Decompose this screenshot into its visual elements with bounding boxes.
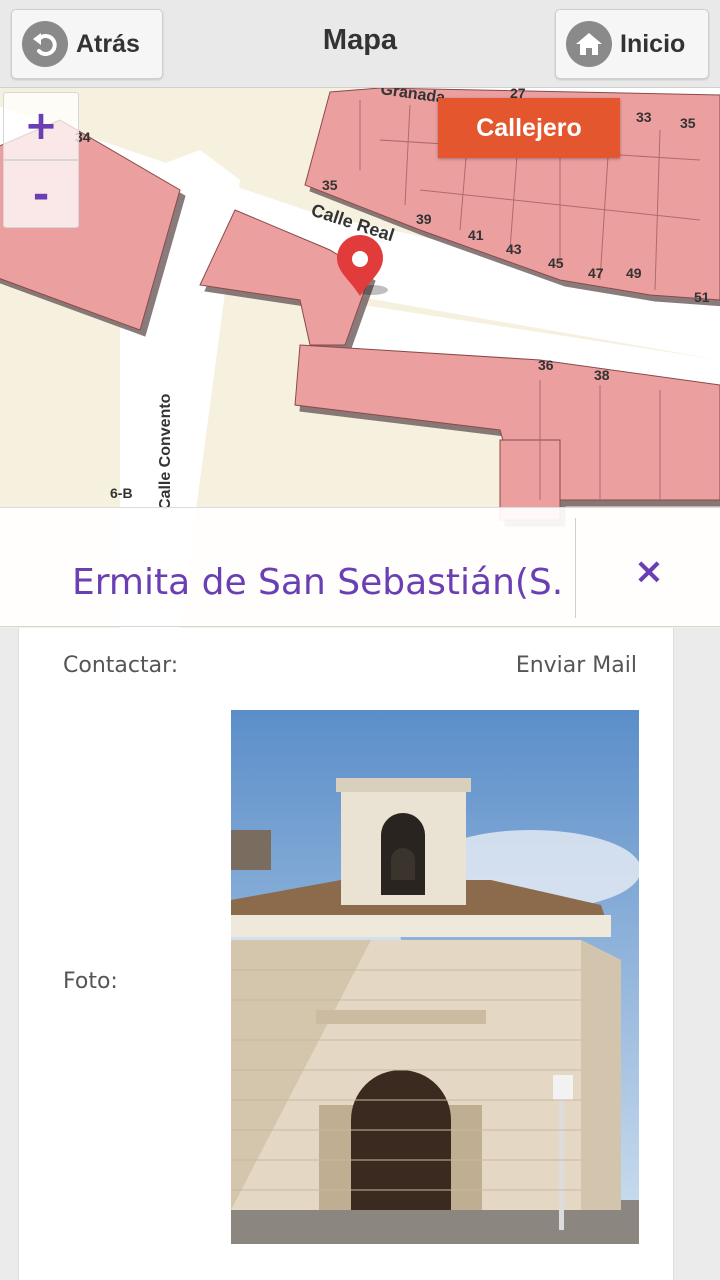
svg-text:39: 39 xyxy=(416,211,432,227)
send-mail-link[interactable]: Enviar Mail xyxy=(516,653,637,678)
zoom-in-button[interactable]: + xyxy=(4,93,78,161)
svg-text:36: 36 xyxy=(538,357,554,373)
zoom-out-button[interactable]: - xyxy=(4,161,78,229)
house-icon xyxy=(566,21,612,67)
svg-text:43: 43 xyxy=(506,241,522,257)
photo-label: Foto: xyxy=(63,969,118,994)
close-icon[interactable]: × xyxy=(622,544,676,598)
svg-text:49: 49 xyxy=(626,265,642,281)
svg-text:35: 35 xyxy=(680,115,696,131)
place-info-bar: Ermita de San Sebastián(S. × xyxy=(0,507,720,627)
contact-label: Contactar: xyxy=(63,653,179,678)
svg-text:47: 47 xyxy=(588,265,604,281)
svg-text:Calle Convento: Calle Convento xyxy=(157,393,174,510)
home-label: Inicio xyxy=(620,29,686,58)
svg-text:6-B: 6-B xyxy=(110,485,133,501)
callejero-button[interactable]: Callejero xyxy=(438,98,620,158)
svg-text:38: 38 xyxy=(594,367,610,383)
home-button[interactable]: Inicio xyxy=(555,9,709,79)
svg-text:41: 41 xyxy=(468,227,484,243)
svg-text:51: 51 xyxy=(694,289,710,305)
place-details-card: Contactar: Enviar Mail Foto: xyxy=(18,628,674,1280)
app-header: Atrás Mapa Inicio xyxy=(0,0,720,88)
svg-text:33: 33 xyxy=(636,109,652,125)
svg-text:35: 35 xyxy=(322,177,338,193)
place-photo xyxy=(231,710,639,1244)
place-title: Ermita de San Sebastián(S. xyxy=(72,562,564,603)
zoom-control: + - xyxy=(3,92,79,228)
svg-text:45: 45 xyxy=(548,255,564,271)
divider xyxy=(575,518,576,618)
